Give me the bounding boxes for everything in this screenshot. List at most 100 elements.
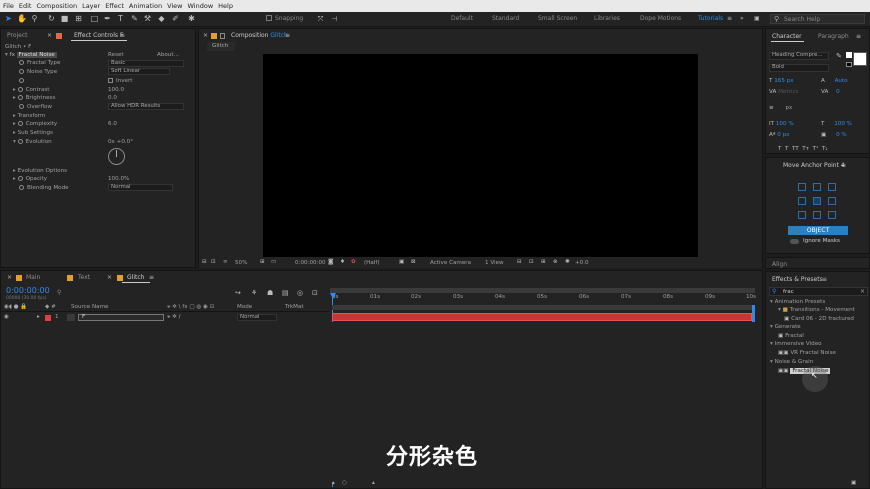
- layer-expand-icon[interactable]: ▸: [37, 314, 40, 320]
- tree-card-06[interactable]: ▣ Card 06 - 2D fractured: [784, 316, 854, 322]
- menu-animation[interactable]: Animation: [129, 2, 162, 10]
- all-caps-button[interactable]: TT: [792, 146, 799, 152]
- prop-sub-settings[interactable]: ▸ Sub Settings: [13, 130, 53, 136]
- tab-effect-controls[interactable]: Effect Controls F: [74, 32, 123, 39]
- pan-behind-tool-icon[interactable]: ⊞: [74, 14, 83, 24]
- menu-file[interactable]: File: [3, 2, 14, 10]
- workspace-standard[interactable]: Standard: [492, 15, 519, 22]
- stopwatch-icon[interactable]: [17, 121, 23, 126]
- anchor-bottom-center[interactable]: [813, 211, 821, 219]
- faux-bold-button[interactable]: T: [778, 146, 781, 152]
- view-layout-dropdown[interactable]: 1 View: [485, 260, 504, 266]
- table-row[interactable]: ◉ ▸ 1 F ⚹ ✲ / Normal: [1, 313, 329, 322]
- stopwatch-icon[interactable]: [19, 78, 24, 83]
- font-family-dropdown[interactable]: Heading Compre...: [769, 52, 829, 60]
- transparency-grid-icon[interactable]: ⊠: [411, 259, 416, 265]
- small-caps-button[interactable]: Tт: [802, 146, 809, 152]
- menu-layer[interactable]: Layer: [82, 2, 100, 10]
- workspace-dope-motions[interactable]: Dope Motions: [640, 15, 681, 22]
- comp-subtab[interactable]: Glitch: [207, 42, 235, 51]
- camera-dropdown[interactable]: Active Camera: [430, 260, 471, 266]
- superscript-button[interactable]: T¹: [813, 146, 819, 152]
- current-timecode[interactable]: 0:00:00:00: [6, 286, 50, 295]
- puppet-pin-tool-icon[interactable]: ✱: [187, 14, 196, 24]
- effects-search-input[interactable]: ⚲ frac ×: [769, 287, 868, 296]
- fill-black-swatch[interactable]: [846, 62, 852, 67]
- layer-name-field[interactable]: F: [78, 314, 164, 321]
- workspace-libraries[interactable]: Libraries: [594, 15, 620, 22]
- opacity-value[interactable]: 100.0%: [108, 176, 129, 182]
- viewer-timecode[interactable]: 0:00:00:00: [295, 260, 326, 266]
- transparency-icon[interactable]: ▭: [271, 259, 276, 265]
- tab-character[interactable]: Character: [772, 33, 802, 40]
- ignore-masks-toggle[interactable]: [790, 239, 799, 244]
- timeline-tab-glitch[interactable]: Glitch: [127, 274, 144, 281]
- anchor-top-left[interactable]: [798, 183, 806, 191]
- fill-white-swatch[interactable]: [846, 52, 852, 58]
- panel-menu-icon[interactable]: ≡: [120, 32, 125, 39]
- layer-label-color[interactable]: [45, 315, 51, 321]
- roi-icon[interactable]: ▣: [399, 259, 404, 265]
- anchor-middle-right[interactable]: [828, 197, 836, 205]
- fast-previews-icon[interactable]: ⊡: [529, 259, 534, 265]
- timeline-zoom-bar[interactable]: ▴ ○ ▴: [332, 480, 392, 488]
- snap-edge-icon[interactable]: ⊣: [330, 14, 339, 24]
- tree-fractal[interactable]: ▣ Fractal: [778, 333, 804, 339]
- type-tool-icon[interactable]: T: [116, 14, 125, 24]
- timeline-menu-icon[interactable]: ≡: [149, 274, 154, 281]
- trkmat-header[interactable]: TrkMat: [285, 304, 304, 310]
- work-area-bar[interactable]: [330, 288, 755, 293]
- anchor-center[interactable]: [813, 197, 821, 205]
- character-menu-icon[interactable]: ≡: [856, 33, 861, 40]
- close-tab-icon[interactable]: ×: [47, 32, 52, 39]
- workspace-overflow-icon[interactable]: »: [740, 15, 744, 22]
- tab-align[interactable]: Align: [772, 261, 787, 268]
- menu-window[interactable]: Window: [188, 2, 214, 10]
- anchor-bottom-left[interactable]: [798, 211, 806, 219]
- fill-color-swatch[interactable]: [853, 52, 867, 66]
- snapshot-icon[interactable]: ◙: [328, 259, 333, 265]
- timeline-tab-text[interactable]: Text: [78, 274, 90, 281]
- motion-blur-icon[interactable]: ◎: [297, 289, 303, 297]
- stopwatch-icon[interactable]: [19, 69, 24, 74]
- time-ruler[interactable]: 0s 01s 02s 03s 04s 05s 06s 07s 08s 09s 1…: [330, 294, 756, 304]
- overflow-dropdown[interactable]: Allow HDR Results: [108, 103, 184, 110]
- anchor-top-center[interactable]: [813, 183, 821, 191]
- stopwatch-icon[interactable]: [17, 139, 23, 144]
- tree-animation-presets[interactable]: ▾ Animation Presets: [770, 299, 825, 305]
- comp-panel-menu-icon[interactable]: ≡: [285, 32, 290, 39]
- stopwatch-icon[interactable]: [17, 176, 23, 181]
- layer-switches[interactable]: ⚹ ✲ /: [167, 314, 180, 321]
- menu-help[interactable]: Help: [218, 2, 233, 10]
- clear-search-icon[interactable]: ×: [860, 288, 865, 295]
- stopwatch-icon[interactable]: [17, 95, 23, 100]
- prop-evolution-options[interactable]: ▸ Evolution Options: [13, 168, 67, 174]
- effects-menu-icon[interactable]: ≡: [822, 276, 827, 283]
- tree-vr-fractal-noise[interactable]: ▣▣ VR Fractal Noise: [778, 350, 836, 356]
- close-glitch-tab-icon[interactable]: ×: [107, 274, 112, 281]
- tab-project[interactable]: Project: [7, 32, 28, 39]
- workspace-menu-icon[interactable]: ≡: [727, 15, 732, 22]
- resolution-dropdown[interactable]: (Half): [364, 260, 380, 266]
- flowchart-icon[interactable]: ⊗: [553, 259, 558, 265]
- mode-header[interactable]: Mode: [237, 304, 252, 310]
- stopwatch-icon[interactable]: [17, 87, 23, 92]
- hand-tool-icon[interactable]: ✋: [17, 14, 27, 24]
- workspace-default[interactable]: Default: [451, 15, 473, 22]
- close-main-tab-icon[interactable]: ×: [7, 274, 12, 281]
- zoom-dropdown[interactable]: 50%: [235, 260, 247, 266]
- selection-tool-icon[interactable]: ➤: [4, 14, 13, 24]
- rectangle-tool-icon[interactable]: □: [90, 14, 99, 24]
- blending-mode-dropdown[interactable]: Normal: [108, 184, 173, 191]
- shy-layers-icon[interactable]: ☗: [267, 289, 273, 297]
- menu-edit[interactable]: Edit: [19, 2, 32, 10]
- timeline-search-input[interactable]: ⚲: [57, 289, 227, 298]
- toggle-pixel-icon[interactable]: ⊟: [517, 259, 522, 265]
- layer-mode-dropdown[interactable]: Normal: [237, 314, 277, 321]
- about-link[interactable]: About...: [157, 52, 179, 58]
- anchor-top-right[interactable]: [828, 183, 836, 191]
- zoom-tool-icon[interactable]: ⚲: [30, 14, 39, 24]
- close-comp-tab-icon[interactable]: ×: [203, 32, 208, 39]
- eyedropper-icon[interactable]: ✎: [836, 52, 842, 60]
- anchor-middle-left[interactable]: [798, 197, 806, 205]
